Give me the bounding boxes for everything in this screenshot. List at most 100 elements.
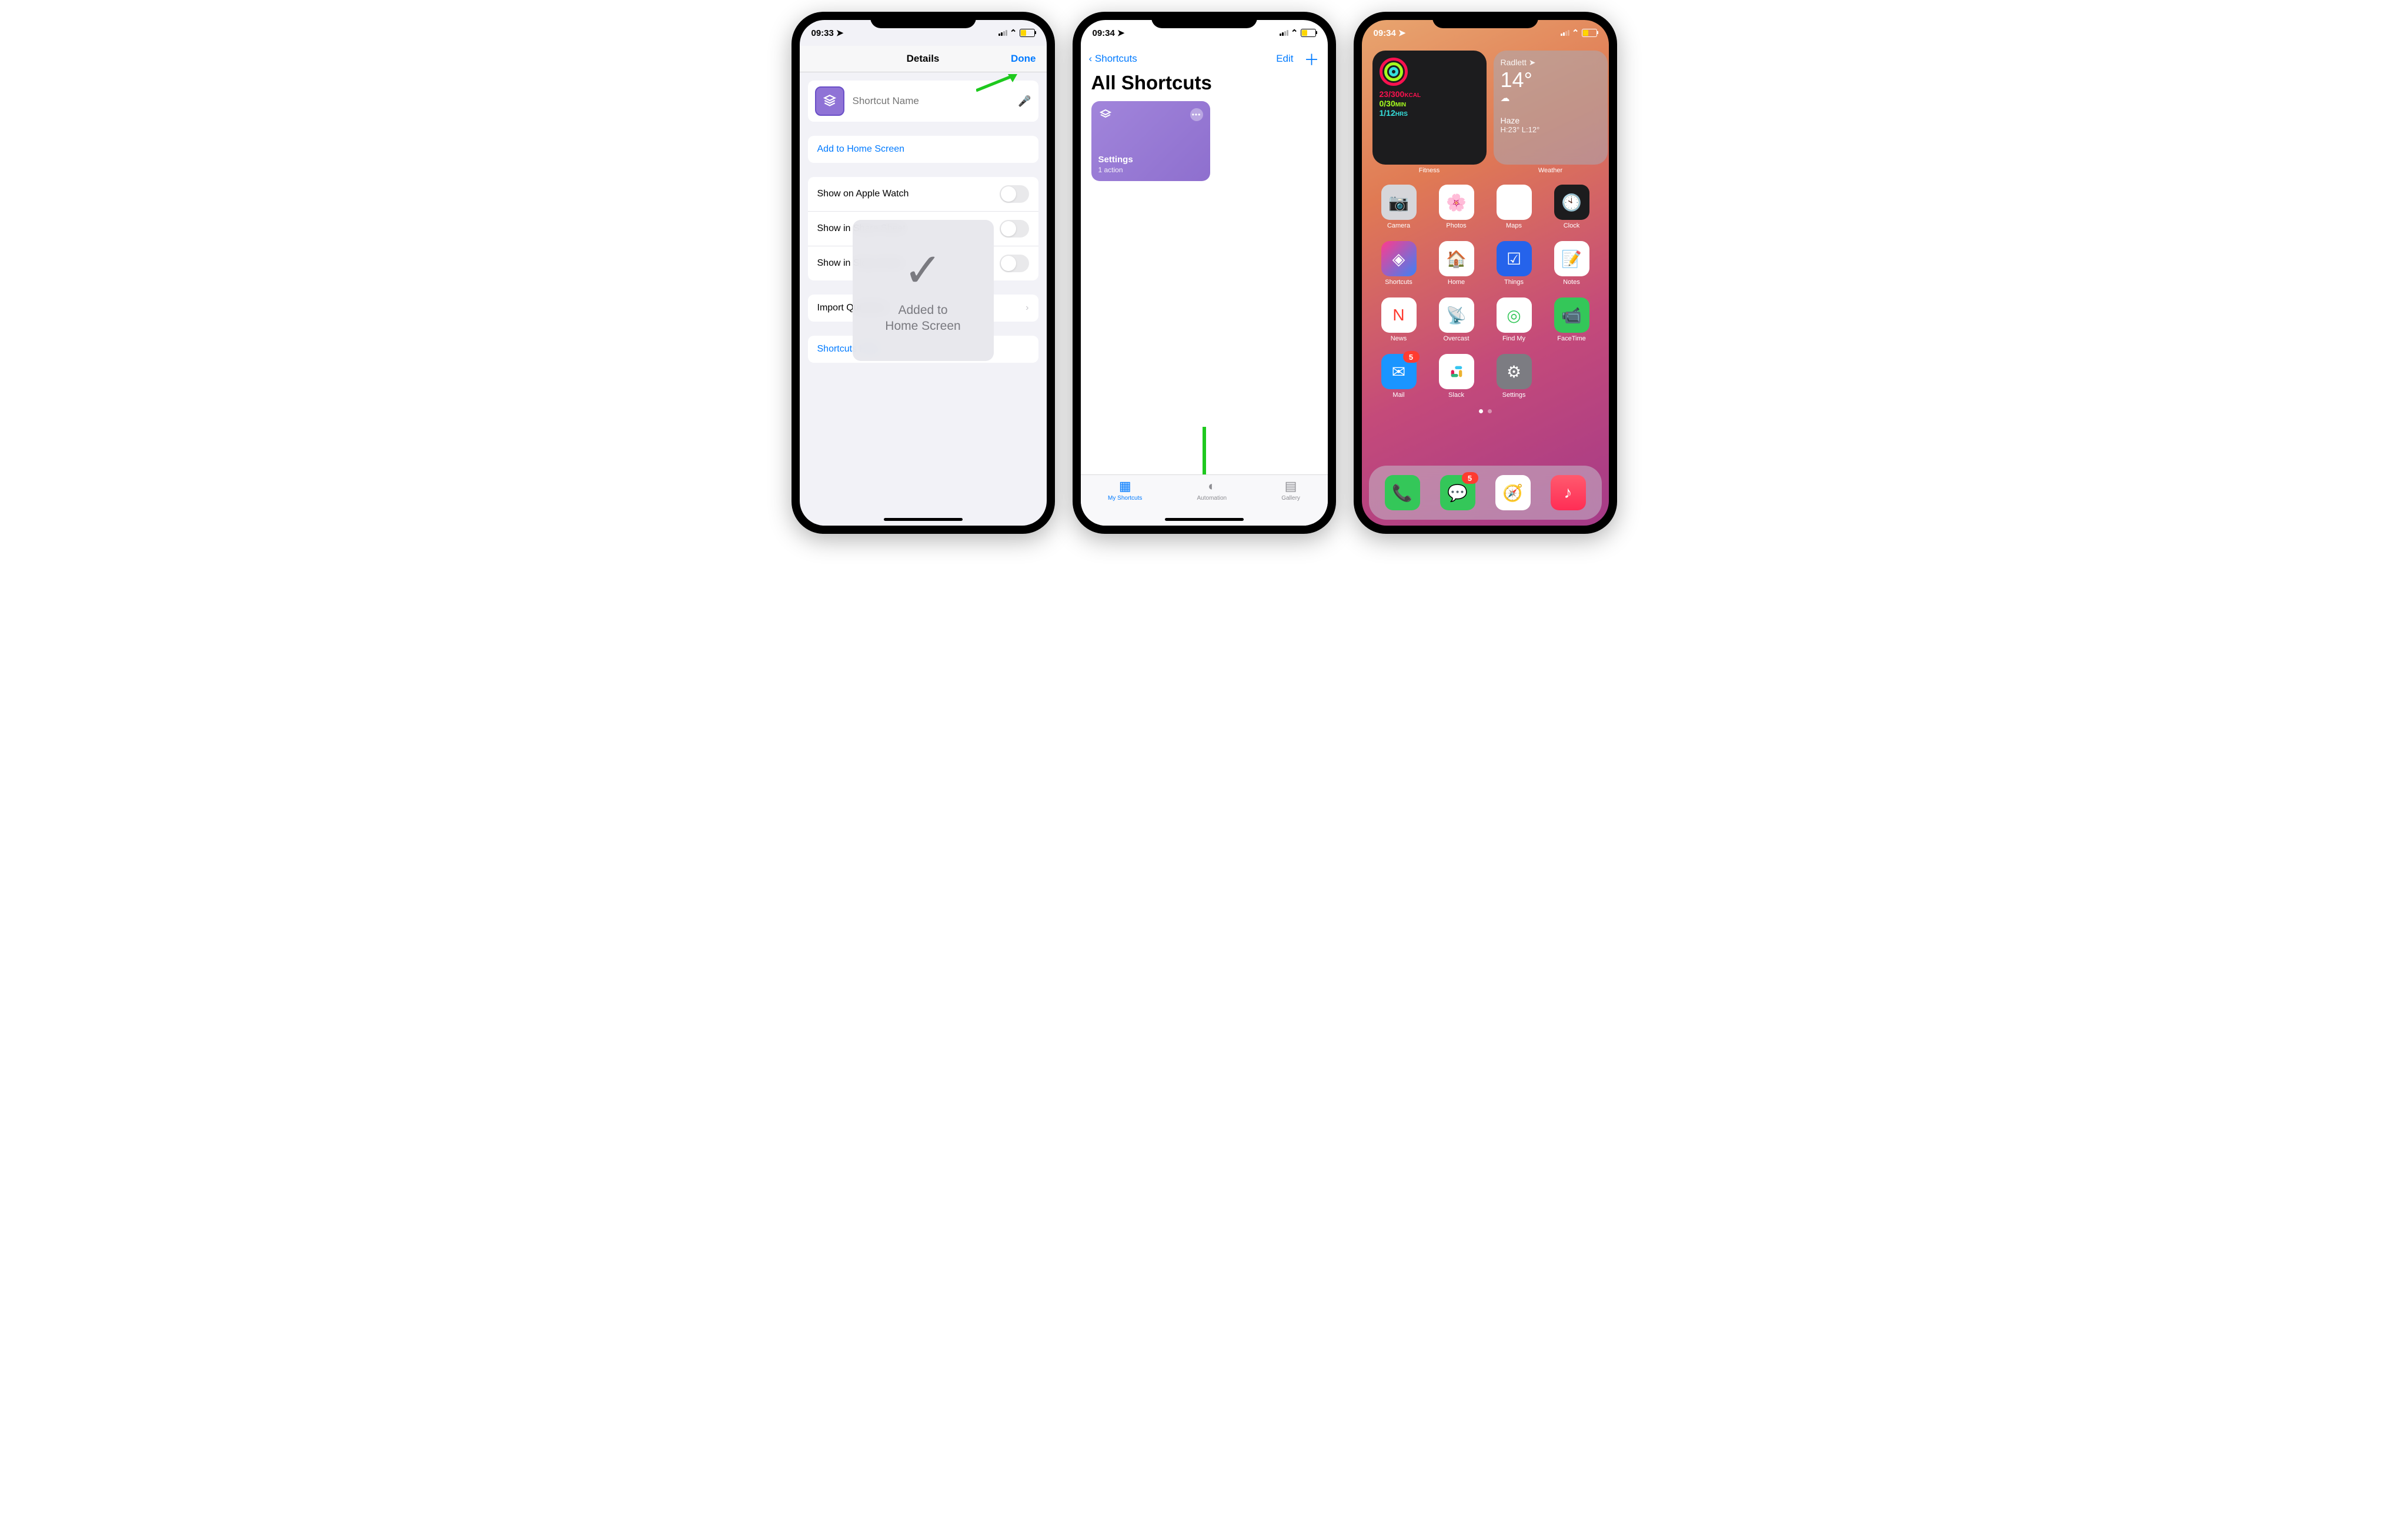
gallery-icon: ▤: [1285, 479, 1297, 494]
back-button[interactable]: ‹ Shortcuts: [1089, 53, 1137, 65]
app-phone[interactable]: 📞: [1385, 475, 1420, 510]
haze-icon: ☁: [1501, 92, 1601, 104]
dictate-icon[interactable]: 🎤: [1018, 95, 1031, 108]
add-button[interactable]: ＋: [1304, 48, 1319, 70]
shortcut-name-input[interactable]: [851, 95, 1011, 108]
app-clock[interactable]: 🕙Clock: [1548, 185, 1596, 229]
tab-gallery[interactable]: ▤Gallery: [1281, 479, 1300, 526]
done-button[interactable]: Done: [1011, 53, 1036, 65]
mail-icon: ✉5: [1381, 354, 1417, 389]
location-icon: ➤: [836, 28, 844, 38]
app-news[interactable]: NNews: [1375, 297, 1423, 342]
shortcut-card-sub: 1 action: [1098, 166, 1203, 174]
app-slack[interactable]: Slack: [1432, 354, 1481, 399]
status-time: 09:34: [1093, 28, 1115, 38]
phone-home-screen: 09:34➤ ⌃ 23/300KCAL 0/30MIN 1/12HRS Fitn…: [1354, 12, 1617, 534]
home-indicator[interactable]: [1165, 518, 1244, 521]
added-toast: ✓ Added toHome Screen: [853, 220, 994, 361]
shortcut-card-name: Settings: [1098, 155, 1203, 165]
screen-all-shortcuts: 09:34➤ ⌃ ‹ Shortcuts Edit ＋ All Shortcut…: [1081, 20, 1328, 526]
grid-icon: ▦: [1119, 479, 1131, 494]
app-notes[interactable]: 📝Notes: [1548, 241, 1596, 286]
chevron-left-icon: ‹: [1089, 53, 1093, 65]
app-settings-shortcut[interactable]: ⚙Settings: [1490, 354, 1538, 399]
app-findmy[interactable]: ◎Find My: [1490, 297, 1538, 342]
app-things[interactable]: ☑Things: [1490, 241, 1538, 286]
toggle[interactable]: [1000, 220, 1029, 238]
status-time: 09:33: [811, 28, 834, 38]
app-mail[interactable]: ✉5Mail: [1375, 354, 1423, 399]
nav-bar: Details Done: [800, 46, 1047, 72]
battery-icon: [1020, 29, 1035, 37]
home-indicator[interactable]: [884, 518, 963, 521]
fitness-widget[interactable]: 23/300KCAL 0/30MIN 1/12HRS: [1372, 51, 1487, 165]
shortcut-icon[interactable]: [815, 86, 844, 116]
signal-icon: [1561, 30, 1569, 36]
battery-icon: [1301, 29, 1316, 37]
wifi-icon: ⌃: [1291, 28, 1298, 38]
badge: 5: [1462, 472, 1478, 484]
slack-icon: [1439, 354, 1474, 389]
page-title: All Shortcuts: [1081, 72, 1328, 101]
facetime-icon: 📹: [1554, 297, 1589, 333]
signal-icon: [998, 30, 1007, 36]
notch: [1432, 12, 1538, 28]
app-photos[interactable]: 🌸Photos: [1432, 185, 1481, 229]
findmy-icon: ◎: [1497, 297, 1532, 333]
notch: [870, 12, 976, 28]
shortcut-card-settings[interactable]: ••• Settings 1 action: [1091, 101, 1210, 181]
safari-icon: 🧭: [1495, 475, 1531, 510]
notes-icon: 📝: [1554, 241, 1589, 276]
shortcut-glyph-icon: [1098, 108, 1113, 122]
battery-icon: [1582, 29, 1597, 37]
automation-icon: ◐: [1208, 479, 1215, 494]
location-icon: ➤: [1529, 58, 1536, 67]
app-facetime[interactable]: 📹FaceTime: [1548, 297, 1596, 342]
app-maps[interactable]: 🗺Maps: [1490, 185, 1538, 229]
edit-button[interactable]: Edit: [1276, 53, 1293, 65]
maps-icon: 🗺: [1497, 185, 1532, 220]
app-overcast[interactable]: 📡Overcast: [1432, 297, 1481, 342]
wifi-icon: ⌃: [1010, 28, 1017, 38]
wifi-icon: ⌃: [1572, 28, 1579, 38]
phone-icon: 📞: [1385, 475, 1420, 510]
toggle[interactable]: [1000, 255, 1029, 272]
screen-details: 09:33➤ ⌃ Details Done 🎤 Add to Home Scre…: [800, 20, 1047, 526]
app-home[interactable]: 🏠Home: [1432, 241, 1481, 286]
notch: [1151, 12, 1257, 28]
things-icon: ☑: [1497, 241, 1532, 276]
page-indicator[interactable]: [1362, 409, 1609, 413]
phone-all-shortcuts: 09:34➤ ⌃ ‹ Shortcuts Edit ＋ All Shortcut…: [1073, 12, 1336, 534]
toggle[interactable]: [1000, 185, 1029, 203]
shortcut-name-card: 🎤: [808, 81, 1038, 122]
chevron-right-icon: ›: [1026, 303, 1028, 313]
app-shortcuts[interactable]: ◈Shortcuts: [1375, 241, 1423, 286]
location-icon: ➤: [1398, 28, 1406, 38]
app-messages[interactable]: 💬5: [1440, 475, 1475, 510]
app-music[interactable]: ♪: [1551, 475, 1586, 510]
dock: 📞 💬5 🧭 ♪: [1369, 466, 1602, 520]
signal-icon: [1280, 30, 1288, 36]
screen-home: 09:34➤ ⌃ 23/300KCAL 0/30MIN 1/12HRS Fitn…: [1362, 20, 1609, 526]
location-icon: ➤: [1117, 28, 1125, 38]
tab-my-shortcuts[interactable]: ▦My Shortcuts: [1108, 479, 1142, 526]
weather-label: Weather: [1494, 167, 1608, 174]
fitness-label: Fitness: [1372, 167, 1487, 174]
more-icon[interactable]: •••: [1190, 108, 1203, 121]
status-time: 09:34: [1374, 28, 1396, 38]
overcast-icon: 📡: [1439, 297, 1474, 333]
weather-widget[interactable]: Radlett ➤ 14° ☁ Haze H:23° L:12°: [1494, 51, 1608, 165]
music-icon: ♪: [1551, 475, 1586, 510]
home-icon: 🏠: [1439, 241, 1474, 276]
gear-icon: ⚙: [1497, 354, 1532, 389]
news-icon: N: [1381, 297, 1417, 333]
clock-icon: 🕙: [1554, 185, 1589, 220]
nav-bar: ‹ Shortcuts Edit ＋: [1081, 46, 1328, 72]
app-grid: 📷Camera 🌸Photos 🗺Maps 🕙Clock ◈Shortcuts …: [1362, 176, 1609, 407]
activity-rings-icon: [1380, 58, 1408, 86]
add-to-home-row[interactable]: Add to Home Screen: [808, 136, 1038, 163]
show-watch-row[interactable]: Show on Apple Watch: [808, 177, 1038, 212]
photos-icon: 🌸: [1439, 185, 1474, 220]
app-safari[interactable]: 🧭: [1495, 475, 1531, 510]
app-camera[interactable]: 📷Camera: [1375, 185, 1423, 229]
